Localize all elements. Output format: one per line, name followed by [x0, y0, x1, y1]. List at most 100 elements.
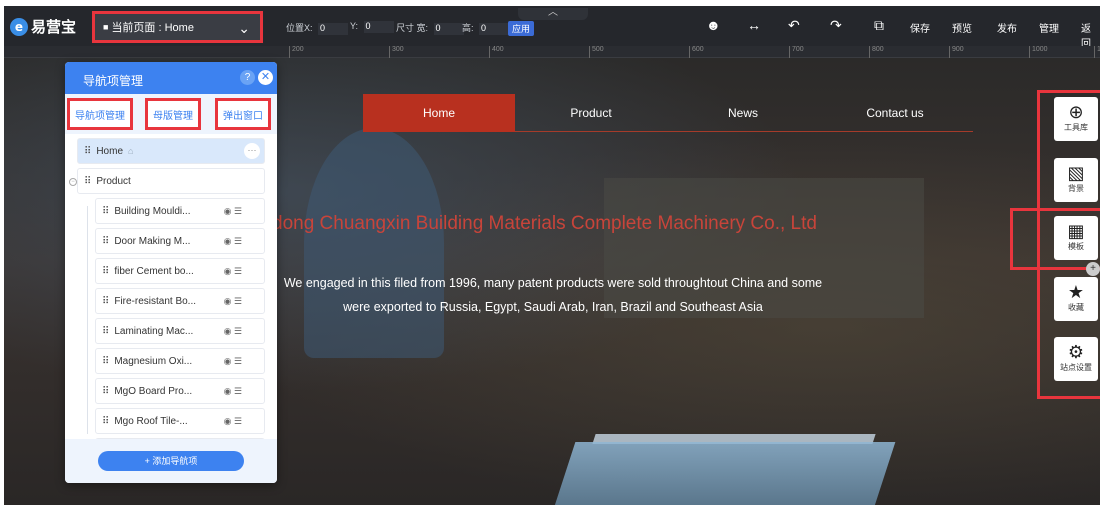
site-nav-contact[interactable]: Contact us [819, 94, 971, 132]
background-icon: ▧ [1067, 163, 1085, 183]
manage-button[interactable]: 管理 [1039, 20, 1059, 35]
resize-horizontal-icon[interactable]: ↔ [747, 17, 761, 33]
drag-handle-icon[interactable]: ⠿ [102, 356, 109, 367]
more-options-icon[interactable]: ··· [244, 143, 260, 159]
drag-handle-icon[interactable]: ⠿ [102, 236, 109, 247]
drag-handle-icon[interactable]: ⠿ [84, 146, 91, 157]
position-x-field: 位置X: 0 [286, 21, 349, 35]
visibility-menu-icon[interactable]: ◉ ☰ [224, 416, 242, 427]
ruler-tick: 400 [489, 46, 504, 58]
site-navigation: Home Product News Contact us [363, 94, 973, 132]
visibility-menu-icon[interactable]: ◉ ☰ [224, 326, 242, 337]
drag-handle-icon[interactable]: ⠿ [102, 296, 109, 307]
nav-item-product[interactable]: − ⠿ Product [69, 168, 265, 194]
save-button[interactable]: 保存 [910, 20, 930, 35]
page-icon: ■ [103, 22, 109, 32]
nav-subitem-label: Magnesium Oxi... [114, 355, 193, 367]
ruler-tick: 900 [949, 46, 964, 58]
nav-subitem[interactable]: ⠿ MgO Board Pro... ◉ ☰ [95, 378, 265, 404]
apply-button[interactable]: 应用 [508, 21, 535, 36]
position-x-input[interactable]: 0 [318, 23, 349, 35]
home-icon: ⌂ [128, 146, 134, 156]
nav-subitem-label: Building Mouldi... [114, 205, 191, 217]
collapse-toolbar-tab[interactable]: ︿ [518, 8, 588, 20]
drag-handle-icon[interactable]: ⠿ [102, 326, 109, 337]
visibility-menu-icon[interactable]: ◉ ☰ [224, 356, 242, 367]
tool-label: 背景 [1068, 184, 1084, 193]
add-nav-item-button[interactable]: + 添加导航项 [98, 451, 244, 471]
drag-handle-icon[interactable]: ⠿ [102, 386, 109, 397]
ruler-tick: 300 [389, 46, 404, 58]
drag-handle-icon[interactable]: ⠿ [102, 416, 109, 427]
visibility-menu-icon[interactable]: ◉ ☰ [224, 386, 242, 397]
qq-icon[interactable]: ☻ [706, 17, 721, 33]
nav-subitem[interactable]: ⠿ Door Making M... ◉ ☰ [95, 228, 265, 254]
tool-label: 工具库 [1064, 123, 1088, 132]
collapse-toggle-icon[interactable]: − [69, 178, 77, 186]
close-icon[interactable]: ✕ [258, 70, 273, 85]
drag-handle-icon[interactable]: ⠿ [102, 266, 109, 277]
nav-subitem[interactable]: ⠿ Magnesium Oxi... ◉ ☰ [95, 348, 265, 374]
tool-label: 模板 [1068, 242, 1084, 251]
nav-manager-footer: + 添加导航项 [65, 439, 277, 483]
ruler-tick: 1000 [1029, 46, 1048, 58]
nav-item-home[interactable]: ⠿ Home ⌂ ··· [77, 138, 265, 164]
copy-page-icon[interactable]: ⧉ [874, 17, 884, 34]
tool-library-button[interactable]: ⊕ 工具库 [1054, 97, 1098, 141]
position-y-input[interactable]: 0 [363, 21, 394, 33]
site-nav-news[interactable]: News [667, 94, 819, 132]
nav-manager-tabs: 导航项管理 母版管理 弹出窗口 [65, 94, 277, 134]
add-badge-icon[interactable]: + [1086, 262, 1100, 276]
tab-nav-items[interactable]: 导航项管理 [67, 98, 133, 130]
visibility-menu-icon[interactable]: ◉ ☰ [224, 266, 242, 277]
ruler-tick: 500 [589, 46, 604, 58]
redo-icon[interactable]: ↷ [830, 17, 842, 34]
nav-subitem-label: fiber Cement bo... [114, 265, 194, 277]
logo-mark-icon: e [10, 17, 28, 36]
site-settings-button[interactable]: ⚙ 站点设置 [1054, 337, 1098, 381]
current-page-select[interactable]: ■ 当前页面 : Home ⌄ [92, 11, 263, 43]
undo-icon[interactable]: ↶ [788, 17, 800, 34]
nav-manager-title: 导航项管理 [83, 74, 144, 88]
size-width-input[interactable]: 0 [433, 23, 464, 35]
drag-handle-icon[interactable]: ⠿ [102, 206, 109, 217]
drag-handle-icon[interactable]: ⠿ [84, 176, 91, 187]
size-height-label: 高: [462, 23, 474, 33]
template-button[interactable]: ▦ 模板 [1054, 216, 1098, 260]
hero-text[interactable]: We engaged in this filed from 1996, many… [274, 271, 832, 319]
app-logo[interactable]: e 易营宝 [10, 16, 76, 37]
nav-subitem-label: Mgo Roof Tile-... [114, 415, 188, 427]
position-y-label: Y: [350, 21, 359, 31]
nav-subitem[interactable]: ⠿ Mgo Roof Tile-... ◉ ☰ [95, 408, 265, 434]
nav-item-label: Product [96, 175, 131, 187]
settings-icon: ⚙ [1067, 342, 1085, 362]
visibility-menu-icon[interactable]: ◉ ☰ [224, 236, 242, 247]
favorite-icon: ★ [1067, 282, 1085, 302]
ruler-tick: 200 [289, 46, 304, 58]
tab-master-pages[interactable]: 母版管理 [145, 98, 201, 130]
nav-subitem[interactable]: ⠿ Building Mouldi... ◉ ☰ [95, 198, 265, 224]
nav-subitem[interactable]: ⠿ fiber Cement bo... ◉ ☰ [95, 258, 265, 284]
current-page-label: 当前页面 : Home [111, 22, 194, 34]
nav-subitem-label: Door Making M... [114, 235, 191, 247]
background-button[interactable]: ▧ 背景 [1054, 158, 1098, 202]
visibility-menu-icon[interactable]: ◉ ☰ [224, 206, 242, 217]
top-toolbar: e 易营宝 ■ 当前页面 : Home ⌄ ︿ 位置X: 0 Y: 0 尺寸 宽… [4, 6, 1100, 50]
size-height-field: 高: 0 [462, 21, 510, 35]
nav-subitem[interactable]: ⠿ Fire-resistant Bo... ◉ ☰ [95, 288, 265, 314]
visibility-menu-icon[interactable]: ◉ ☰ [224, 296, 242, 307]
favorites-button[interactable]: ★ 收藏 [1054, 277, 1098, 321]
size-height-input[interactable]: 0 [479, 23, 510, 35]
tree-connector-line [87, 206, 88, 434]
nav-subitem[interactable]: ⠿ Laminating Mac... ◉ ☰ [95, 318, 265, 344]
tab-popup-windows[interactable]: 弹出窗口 [215, 98, 271, 130]
nav-subitem-label: MgO Board Pro... [114, 385, 193, 397]
publish-button[interactable]: 发布 [997, 20, 1017, 35]
site-nav-home[interactable]: Home [363, 94, 515, 132]
site-nav-product[interactable]: Product [515, 94, 667, 132]
preview-button[interactable]: 预览 [952, 20, 972, 35]
ruler-tick: 700 [789, 46, 804, 58]
hero-title[interactable]: dong Chuangxin Building Materials Comple… [272, 213, 817, 235]
chevron-down-icon: ⌄ [238, 20, 250, 36]
help-icon[interactable]: ? [240, 70, 255, 85]
